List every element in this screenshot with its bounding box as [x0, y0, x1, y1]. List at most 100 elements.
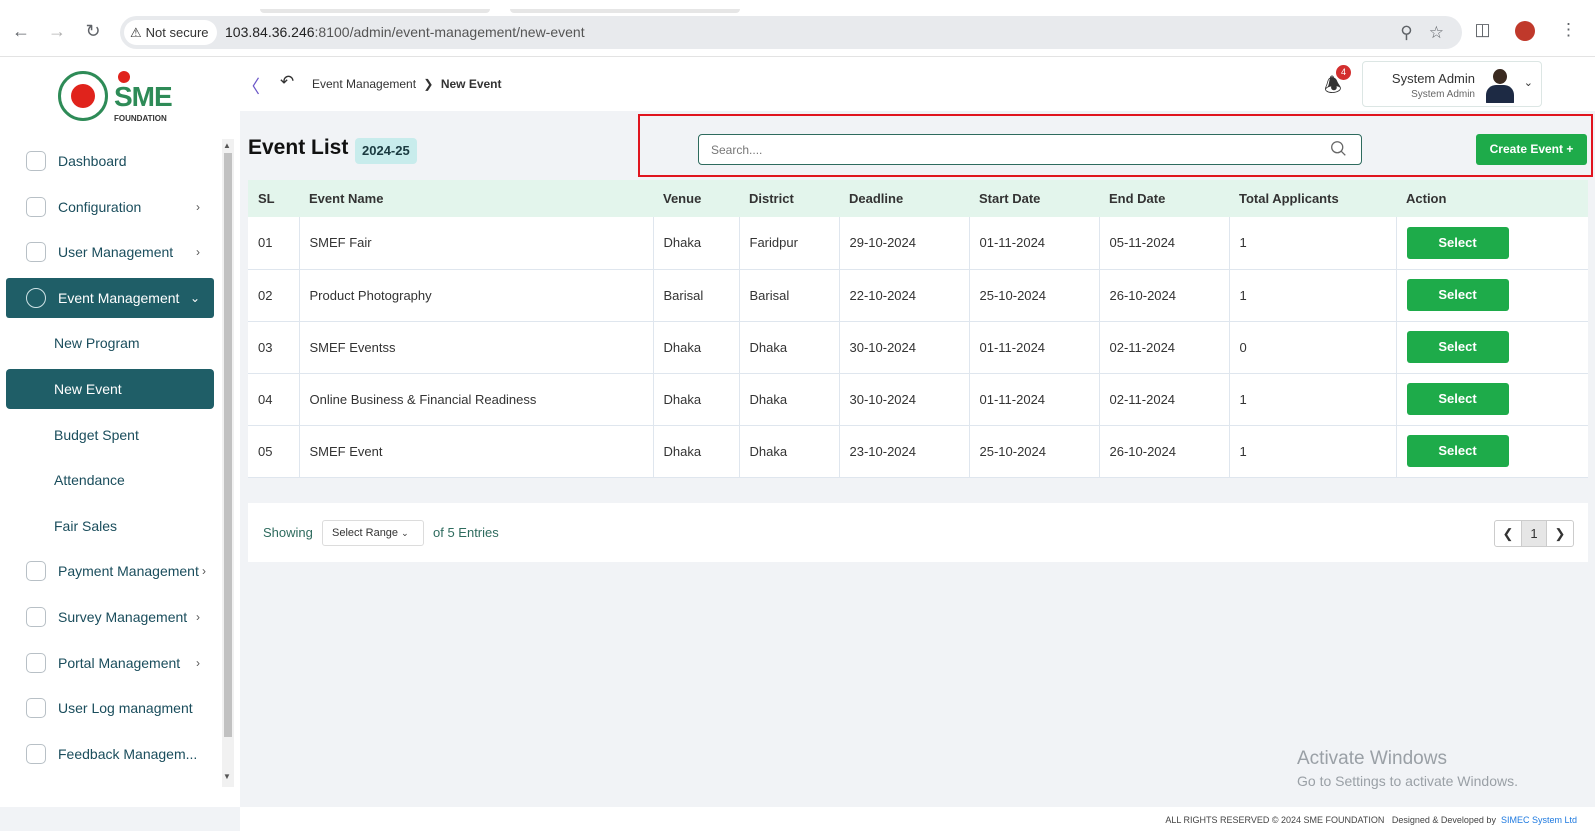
cell-district: Dhaka	[739, 373, 840, 425]
sidebar: SME FOUNDATION ▲ ▼ Dashboard Configurati…	[0, 57, 240, 807]
sidebar-item-event-management[interactable]: Event Management ⌄	[6, 277, 214, 318]
select-button[interactable]: Select	[1406, 226, 1509, 259]
puzzle-icon[interactable]: ◫	[1474, 20, 1490, 40]
cell-event-name: SMEF Event	[299, 425, 654, 477]
previous-page-icon[interactable]: ❮	[1495, 521, 1521, 546]
cell-end-date: 02-11-2024	[1099, 373, 1230, 425]
column-header: Start Date	[979, 191, 1041, 206]
reload-icon[interactable]: ↻	[82, 20, 104, 42]
address-bar[interactable]: ⚠ Not secure 103.84.36.246:8100/admin/eve…	[120, 16, 1462, 49]
column-header: Total Applicants	[1239, 191, 1339, 206]
cell-venue: Dhaka	[653, 217, 740, 269]
security-chip[interactable]: ⚠ Not secure	[124, 20, 217, 45]
cell-action: Select	[1396, 321, 1588, 373]
cell-end-date: 26-10-2024	[1099, 425, 1230, 477]
sidebar-menu: Dashboard Configuration › User Managemen…	[6, 141, 214, 779]
cell-district: Barisal	[739, 269, 840, 321]
developer-link[interactable]: SIMEC System Ltd	[1501, 815, 1577, 825]
sidebar-subitem-new-program[interactable]: New Program	[6, 323, 214, 363]
chevron-down-icon: ⌄	[1523, 77, 1533, 89]
cell-start-date: 25-10-2024	[969, 425, 1100, 477]
footer: ALL RIGHTS RESERVED © 2024 SME FOUNDATIO…	[240, 807, 1595, 831]
breadcrumb: Event Management ❯ New Event	[312, 77, 502, 91]
cell-total-applicants: 1	[1229, 217, 1397, 269]
sme-foundation-logo[interactable]: SME FOUNDATION	[58, 69, 188, 125]
cell-venue: Barisal	[653, 269, 740, 321]
page-number[interactable]: 1	[1521, 521, 1547, 546]
scroll-down-arrow-icon[interactable]: ▼	[223, 772, 231, 781]
table-row: 02 Product Photography Barisal Barisal 2…	[248, 269, 1588, 321]
breadcrumb-parent[interactable]: Event Management	[312, 77, 416, 91]
select-button[interactable]: Select	[1406, 279, 1509, 311]
sidebar-subitem-fair-sales[interactable]: Fair Sales	[6, 506, 214, 546]
profile-avatar[interactable]	[1515, 20, 1536, 41]
cell-deadline: 22-10-2024	[839, 269, 970, 321]
more-menu-icon[interactable]: ⋮	[1560, 20, 1577, 40]
back-arrow-icon[interactable]: ←	[10, 20, 32, 42]
cell-action: Select	[1396, 217, 1588, 269]
user-name: System Admin	[1391, 71, 1475, 86]
sidebar-item-portal-management[interactable]: Portal Management ›	[6, 643, 214, 683]
column-header: Venue	[663, 191, 702, 206]
cell-action: Select	[1396, 269, 1588, 321]
sidebar-item-payment-management[interactable]: Payment Management ›	[6, 551, 214, 591]
undo-back-icon[interactable]: ↶	[280, 72, 294, 92]
survey-chart-icon	[26, 606, 46, 627]
search-field[interactable]	[698, 134, 1362, 165]
search-icon[interactable]	[1330, 140, 1347, 157]
sidebar-item-user-log[interactable]: User Log managment	[6, 688, 214, 728]
sidebar-item-survey-management[interactable]: Survey Management ›	[6, 597, 214, 637]
sidebar-scroll-thumb[interactable]	[224, 153, 232, 737]
forward-arrow-icon[interactable]: →	[46, 20, 68, 42]
user-menu[interactable]: System Admin System Admin ⌄	[1362, 61, 1542, 107]
chevron-right-icon: ›	[196, 199, 200, 214]
cell-deadline: 29-10-2024	[839, 217, 970, 269]
cell-district: Dhaka	[739, 321, 840, 373]
create-event-button[interactable]: Create Event +	[1476, 134, 1587, 165]
search-input[interactable]	[699, 135, 1299, 164]
cell-start-date: 25-10-2024	[969, 269, 1100, 321]
cell-total-applicants: 1	[1229, 373, 1397, 425]
pagination-bar: Showing Select Range ⌄ of 5 Entries ❮ 1 …	[248, 503, 1588, 562]
sidebar-subitem-new-event[interactable]: New Event	[6, 368, 214, 409]
scroll-up-arrow-icon[interactable]: ▲	[223, 141, 231, 150]
sidebar-item-user-management[interactable]: User Management ›	[6, 232, 214, 272]
sidebar-item-feedback[interactable]: Feedback Managem...	[6, 734, 214, 774]
chevron-right-icon: ❯	[423, 77, 434, 91]
extension-icons: ◫ ⋮	[1454, 20, 1577, 41]
range-select-dropdown[interactable]: Select Range ⌄	[322, 520, 424, 546]
payment-icon	[26, 561, 46, 582]
star-icon[interactable]: ☆	[1429, 23, 1444, 42]
browser-toolbar: ← → ↻ ⚠ Not secure 103.84.36.246:8100/adm…	[0, 0, 1595, 57]
collapse-sidebar-icon[interactable]: 〈	[242, 73, 260, 99]
zoom-icon[interactable]: ⚲	[1400, 23, 1412, 42]
sidebar-subitem-budget-spent[interactable]: Budget Spent	[6, 415, 214, 455]
cell-end-date: 26-10-2024	[1099, 269, 1230, 321]
showing-label: Showing	[263, 525, 313, 540]
sidebar-item-dashboard[interactable]: Dashboard	[6, 141, 214, 181]
sidebar-item-configuration[interactable]: Configuration ›	[6, 187, 214, 227]
event-icon	[26, 287, 46, 308]
chevron-right-icon: ›	[196, 609, 200, 624]
table-header-row: SL Event Name Venue District Deadline St…	[248, 180, 1588, 217]
windows-activation-watermark: Activate Windows Go to Settings to activ…	[1297, 748, 1518, 789]
url-text[interactable]: 103.84.36.246:8100/admin/event-managemen…	[225, 24, 585, 40]
log-icon	[26, 698, 46, 719]
portal-icon	[26, 652, 46, 673]
cell-deadline: 30-10-2024	[839, 321, 970, 373]
entries-label: of 5 Entries	[433, 525, 499, 540]
sidebar-subitem-attendance[interactable]: Attendance	[6, 460, 214, 500]
select-button[interactable]: Select	[1406, 331, 1509, 363]
column-header: Action	[1406, 191, 1447, 206]
cell-event-name: Online Business & Financial Readiness	[299, 373, 654, 425]
select-button[interactable]: Select	[1406, 435, 1509, 467]
user-role: System Admin	[1411, 89, 1475, 100]
next-page-icon[interactable]: ❯	[1547, 521, 1573, 546]
chevron-down-icon: ⌄	[189, 290, 200, 305]
column-header: District	[749, 191, 794, 206]
select-button[interactable]: Select	[1406, 383, 1509, 415]
pager: ❮ 1 ❯	[1494, 520, 1574, 547]
page-title: Event List	[248, 136, 349, 159]
notification-badge: 4	[1336, 65, 1351, 80]
dashboard-icon	[26, 151, 46, 171]
